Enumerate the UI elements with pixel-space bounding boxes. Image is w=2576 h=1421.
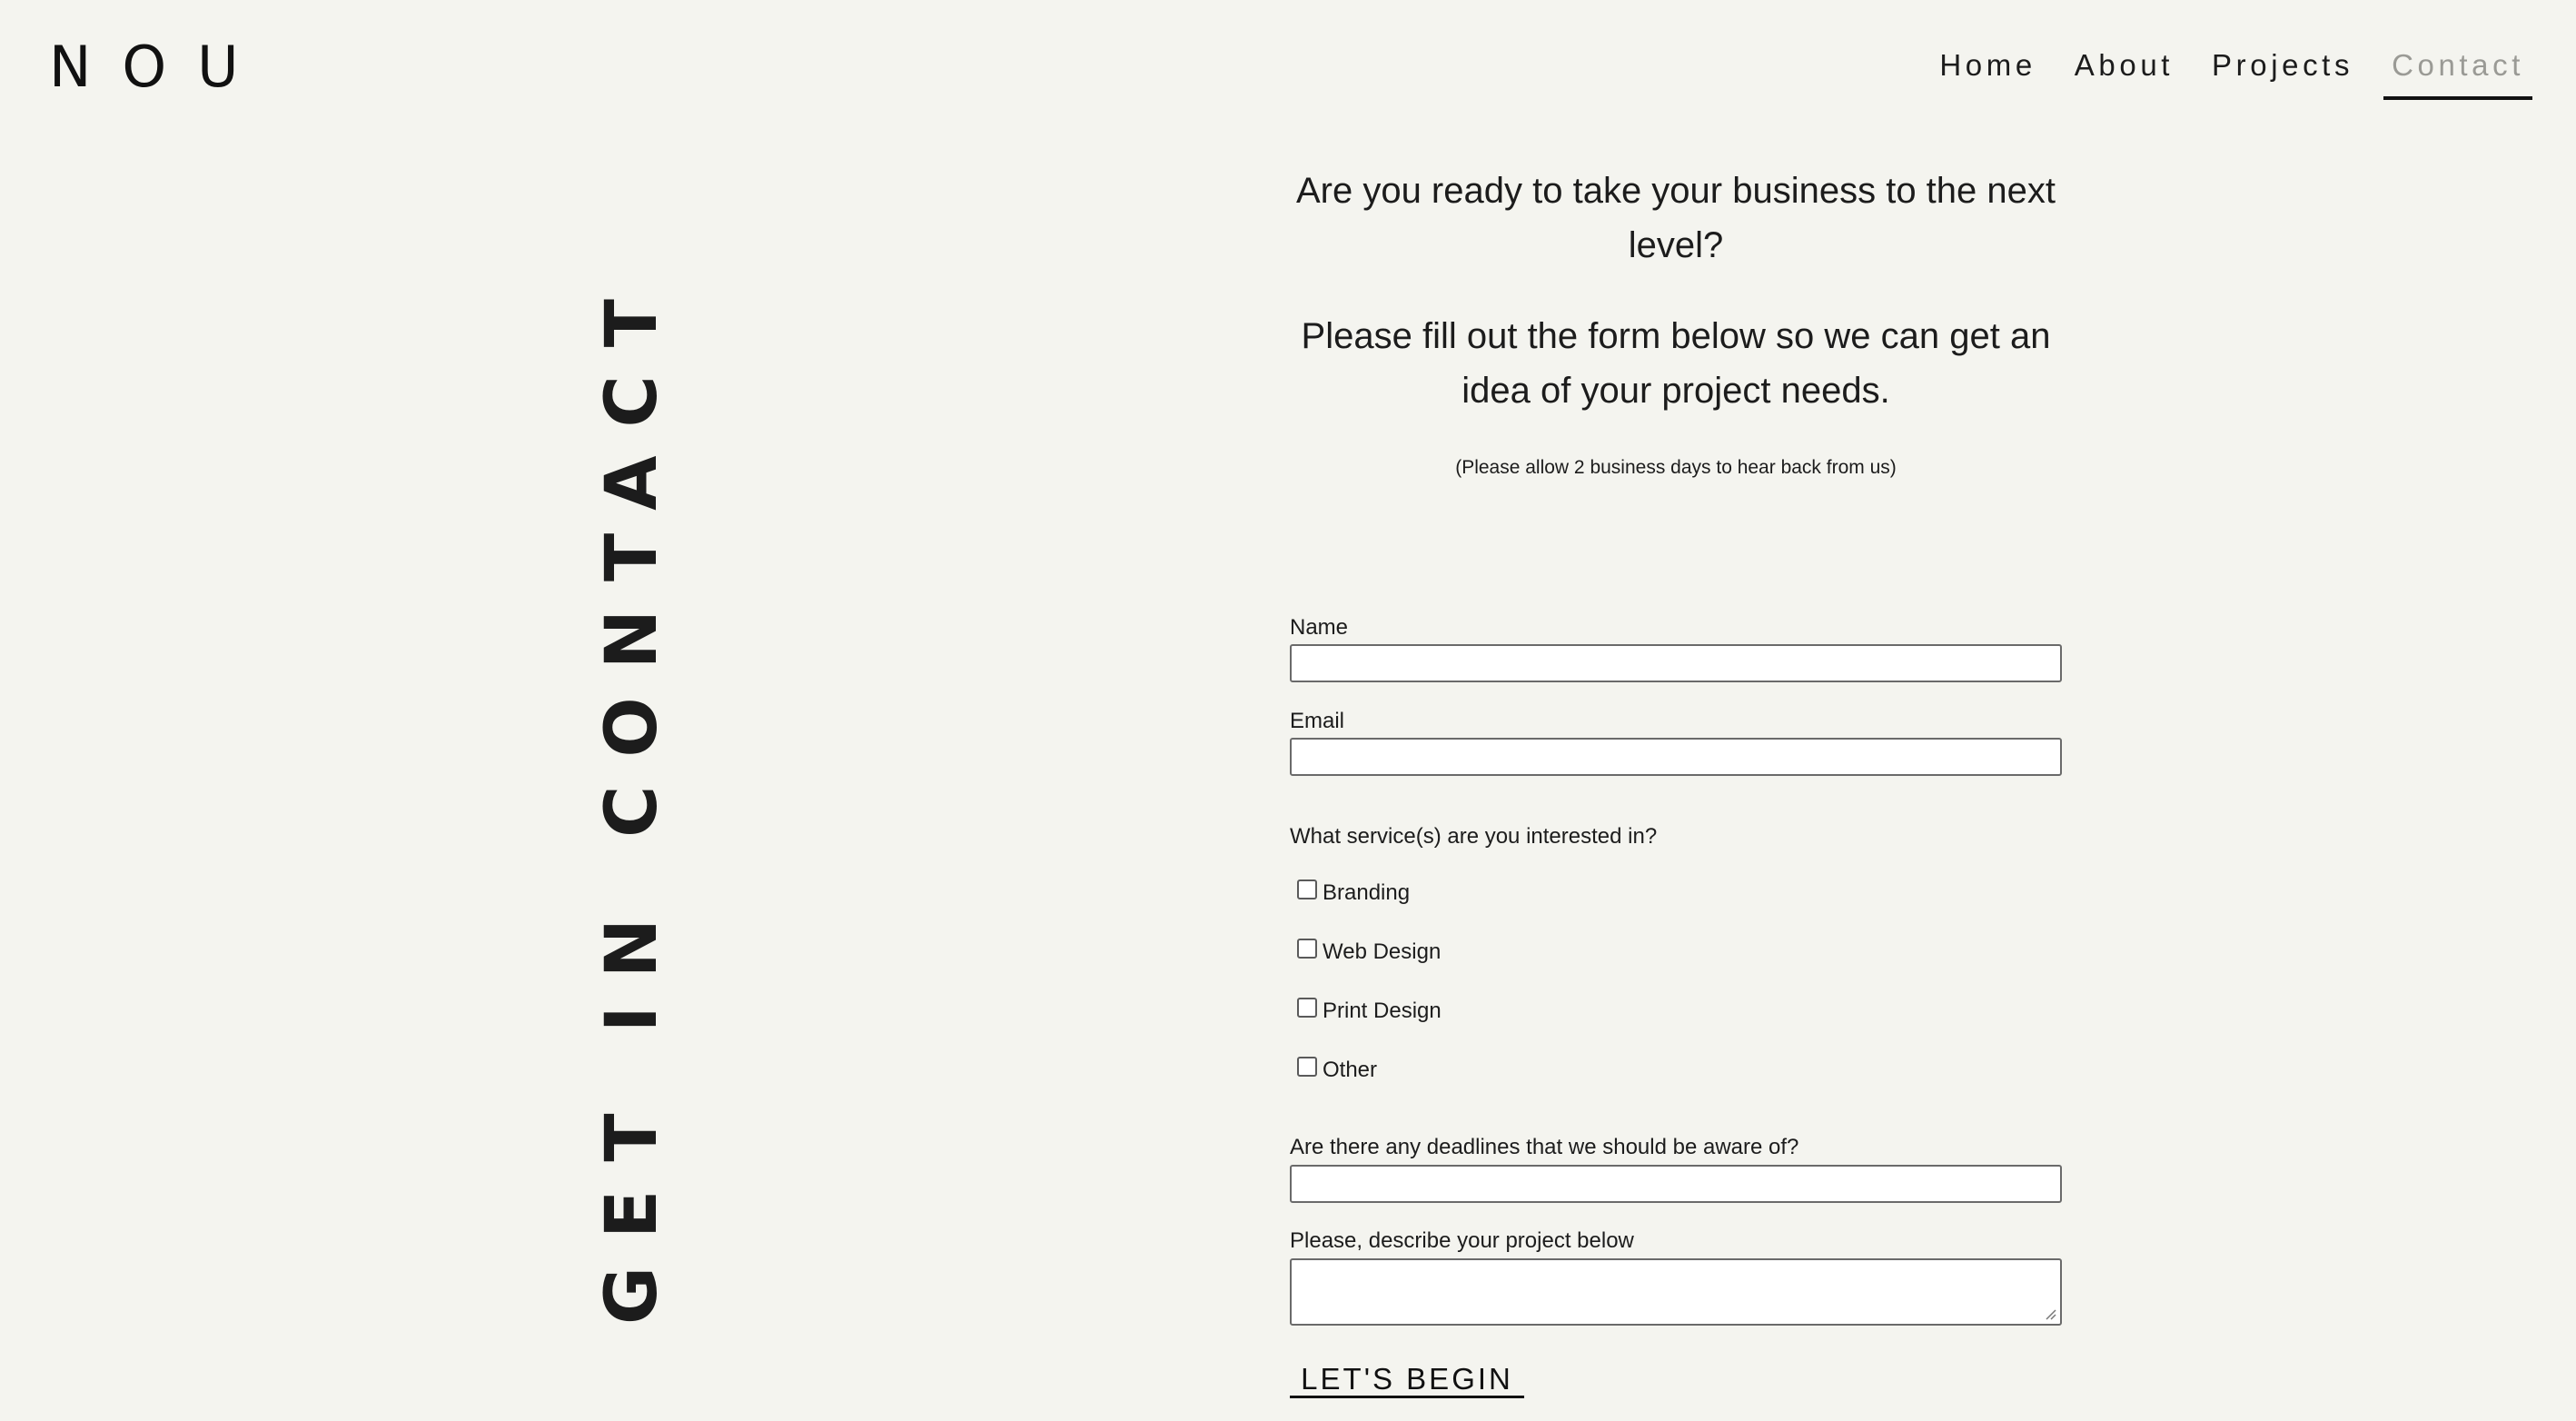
lets-begin-button[interactable]: LET'S BEGIN xyxy=(1290,1361,1524,1397)
name-input[interactable] xyxy=(1290,644,2062,682)
print-design-label[interactable]: Print Design xyxy=(1323,998,1442,1025)
nav-contact[interactable]: Contact xyxy=(2383,42,2532,100)
web-design-checkbox[interactable] xyxy=(1297,939,1317,959)
response-time-note: (Please allow 2 business days to hear ba… xyxy=(1455,457,1897,478)
email-input[interactable] xyxy=(1290,738,2062,776)
intro-section: Are you ready to take your business to t… xyxy=(1290,164,2062,482)
nav-projects[interactable]: Projects xyxy=(2204,42,2362,96)
get-in-contact-heading: GET IN CONTACT xyxy=(591,271,673,1325)
services-label: What service(s) are you interested in? xyxy=(1290,824,1658,849)
get-in-contact-text: GET IN CONTACT xyxy=(591,271,673,1325)
service-option-branding[interactable]: Branding xyxy=(1297,878,1410,909)
name-label: Name xyxy=(1290,615,1349,640)
intro-instruction: Please fill out the form below so we can… xyxy=(1301,316,2051,411)
site-logo[interactable]: NOU xyxy=(49,35,270,100)
description-label: Please, describe your project below xyxy=(1290,1228,1634,1253)
project-description-textarea[interactable] xyxy=(1290,1258,2062,1326)
other-checkbox[interactable] xyxy=(1297,1057,1317,1077)
email-label: Email xyxy=(1290,709,1345,733)
other-label[interactable]: Other xyxy=(1323,1057,1377,1084)
nav-home[interactable]: Home xyxy=(1931,42,2044,96)
web-design-label[interactable]: Web Design xyxy=(1323,939,1441,966)
nav-about[interactable]: About xyxy=(2066,42,2182,96)
service-option-print-design[interactable]: Print Design xyxy=(1297,996,1442,1027)
print-design-checkbox[interactable] xyxy=(1297,998,1317,1018)
main-nav: Home About Projects Contact xyxy=(1909,42,2532,100)
deadlines-label: Are there any deadlines that we should b… xyxy=(1290,1135,1799,1159)
deadlines-input[interactable] xyxy=(1290,1165,2062,1203)
resize-grip-icon[interactable] xyxy=(2044,1307,2056,1320)
service-option-other[interactable]: Other xyxy=(1297,1055,1377,1086)
intro-question: Are you ready to take your business to t… xyxy=(1295,171,2056,265)
service-option-web-design[interactable]: Web Design xyxy=(1297,937,1441,968)
branding-checkbox[interactable] xyxy=(1297,879,1317,899)
branding-label[interactable]: Branding xyxy=(1323,879,1410,907)
